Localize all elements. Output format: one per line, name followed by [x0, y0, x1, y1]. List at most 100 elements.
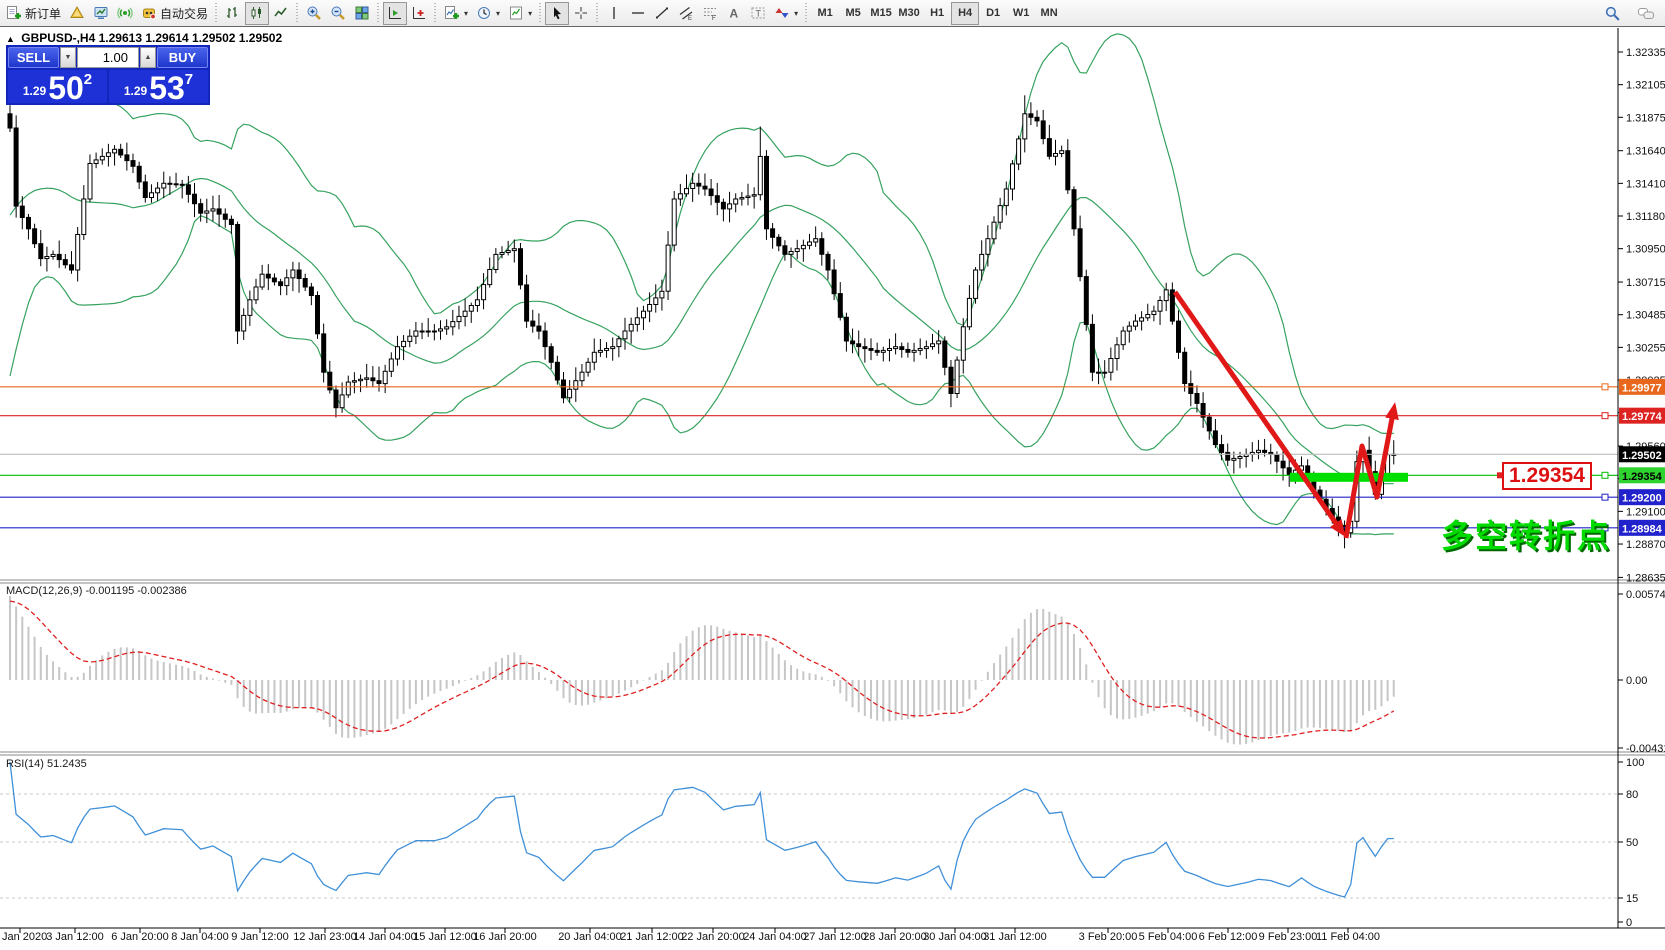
timeframe-button-D1[interactable]: D1: [979, 2, 1007, 25]
price-tick-label: 1.29100: [1626, 506, 1665, 518]
timeframe-button-M15[interactable]: M15: [867, 2, 895, 25]
price-tick-label: 1.30715: [1626, 277, 1665, 289]
timeframe-button-H1[interactable]: H1: [923, 2, 951, 25]
rsi-tick-label: 0: [1626, 917, 1632, 929]
market-watch-button[interactable]: [89, 2, 113, 25]
buy-price-prefix: 1.29: [123, 84, 148, 98]
cursor-tool-button[interactable]: [545, 1, 570, 25]
chart-shift-button[interactable]: [383, 1, 408, 25]
templates-button[interactable]: ▾: [504, 2, 536, 25]
channel-tool-button[interactable]: E: [674, 2, 698, 25]
time-axis[interactable]: 2 Jan 20203 Jan 12:00 6 Jan 20:008 Jan 04…: [0, 931, 1665, 949]
svg-text:A: A: [730, 7, 739, 21]
chat-button[interactable]: [1633, 2, 1659, 25]
sell-price-quote[interactable]: 1.29 50 2: [8, 70, 107, 104]
chart-window: 1.32335 1.32105 1.31875 1.31640 1.31410 1.311…: [0, 28, 1665, 950]
time-axis-label: 5 Feb 04:00: [1138, 931, 1198, 943]
text-icon: A: [730, 7, 739, 21]
macd-tick-label: -0.004319: [1626, 743, 1665, 755]
timeframe-button-M1[interactable]: M1: [811, 2, 839, 25]
one-click-trading-panel: SELL ▼ ▲ BUY 1.29 50 2 1.29 53 7: [6, 45, 210, 105]
sell-price-pip: 2: [83, 71, 93, 88]
sell-button[interactable]: SELL: [8, 47, 59, 68]
tile-windows-icon: [355, 6, 369, 20]
bar-chart-type-button[interactable]: [221, 2, 245, 25]
hline-129354-handle: [1601, 471, 1609, 479]
price-tick-label: 1.31875: [1626, 112, 1665, 124]
crosshair-tool-button[interactable]: [569, 2, 593, 25]
trendline-icon: [656, 7, 669, 19]
macd-tick-label: 0.00: [1626, 675, 1647, 687]
autotrading-icon: [143, 8, 156, 20]
signals-button[interactable]: [113, 2, 137, 25]
text-tool-button[interactable]: A: [722, 2, 746, 25]
time-axis-label: 22 Jan 20:00: [681, 931, 745, 943]
timeframe-button-M5[interactable]: M5: [839, 2, 867, 25]
price-tick-label: 1.32335: [1626, 47, 1665, 59]
timeframe-button-M30[interactable]: M30: [895, 2, 923, 25]
rsi-tick-label: 15: [1626, 893, 1638, 905]
price-tick-label: 1.31640: [1626, 146, 1665, 158]
volume-decrease-button[interactable]: ▼: [60, 47, 76, 68]
candlestick-chart-type-button[interactable]: [245, 1, 270, 25]
buy-button[interactable]: BUY: [157, 47, 208, 68]
svg-text:1.28984: 1.28984: [1622, 523, 1663, 535]
zoom-out-button[interactable]: [326, 2, 350, 25]
zoom-in-button[interactable]: [302, 2, 326, 25]
volume-increase-button[interactable]: ▲: [140, 47, 156, 68]
auto-scroll-button[interactable]: [407, 2, 431, 25]
new-order-button[interactable]: 新订单: [2, 2, 65, 25]
dropdown-caret-icon: ▾: [464, 8, 469, 18]
time-axis-label: 28 Jan 20:00: [863, 931, 927, 943]
price-tick-label: 1.32105: [1626, 80, 1665, 92]
chart-canvas[interactable]: 1.32335 1.32105 1.31875 1.31640 1.31410 1.311…: [0, 28, 1665, 950]
time-axis-label: 20 Jan 04:00: [558, 931, 622, 943]
timeframe-button-H4[interactable]: H4: [951, 1, 980, 25]
arrows-tool-button[interactable]: ▾: [770, 2, 802, 25]
line-chart-icon: [274, 7, 287, 17]
horizontal-line-tool-button[interactable]: [626, 2, 650, 25]
search-button[interactable]: [1600, 2, 1625, 25]
periods-button[interactable]: ▾: [472, 2, 504, 25]
indicators-button[interactable]: ▾: [440, 2, 472, 25]
metaeditor-button[interactable]: [65, 2, 89, 25]
macd-tick-label: 0.005749: [1626, 589, 1665, 601]
turning-point-annotation[interactable]: 多空转折点: [1441, 511, 1611, 557]
time-axis-label: 21 Jan 12:00: [620, 931, 684, 943]
timeframe-button-MN[interactable]: MN: [1035, 2, 1063, 25]
trendline-tool-button[interactable]: [650, 2, 674, 25]
horizontal-line-icon: [632, 12, 645, 14]
main-price-pane: [0, 33, 1618, 549]
volume-input[interactable]: [77, 47, 139, 68]
metaeditor-icon: [70, 5, 84, 18]
chart-shift-icon: [389, 7, 402, 19]
search-icon: [1605, 6, 1620, 21]
collapse-chart-icon[interactable]: ▲: [6, 34, 15, 44]
svg-text:1.29354: 1.29354: [1622, 471, 1663, 483]
zoom-out-icon: [331, 6, 345, 20]
svg-text:1.29502: 1.29502: [1622, 450, 1662, 462]
tile-windows-button[interactable]: [350, 2, 374, 25]
dropdown-caret-icon: ▾: [528, 8, 533, 18]
vertical-line-tool-button[interactable]: [602, 2, 626, 25]
time-axis-label: 3 Feb 20:00: [1078, 931, 1138, 943]
price-tick-label: 1.28635: [1626, 572, 1665, 584]
price-annotation-box[interactable]: 1.29354: [1502, 462, 1592, 490]
crosshair-icon: [575, 7, 588, 19]
fibonacci-tool-button[interactable]: F: [698, 2, 722, 25]
indicators-icon: [445, 6, 460, 19]
time-axis-label: 2 Jan 2020: [0, 931, 48, 943]
toolbar-grip: [538, 3, 544, 23]
chat-icon: [1638, 7, 1654, 19]
time-axis-label: 9 Feb 23:00: [1258, 931, 1318, 943]
zoom-in-icon: [307, 6, 321, 20]
buy-price-quote[interactable]: 1.29 53 7: [109, 70, 208, 104]
autotrading-button[interactable]: 自动交易: [137, 2, 212, 25]
price-chart-svg: 1.32335 1.32105 1.31875 1.31640 1.31410 1.311…: [0, 28, 1665, 933]
fibonacci-icon: F: [704, 8, 717, 21]
text-label-tool-button[interactable]: T: [746, 2, 770, 25]
time-axis-label: 30 Jan 04:00: [923, 931, 987, 943]
svg-text:F: F: [712, 16, 716, 21]
line-chart-type-button[interactable]: [269, 2, 293, 25]
timeframe-button-W1[interactable]: W1: [1007, 2, 1035, 25]
